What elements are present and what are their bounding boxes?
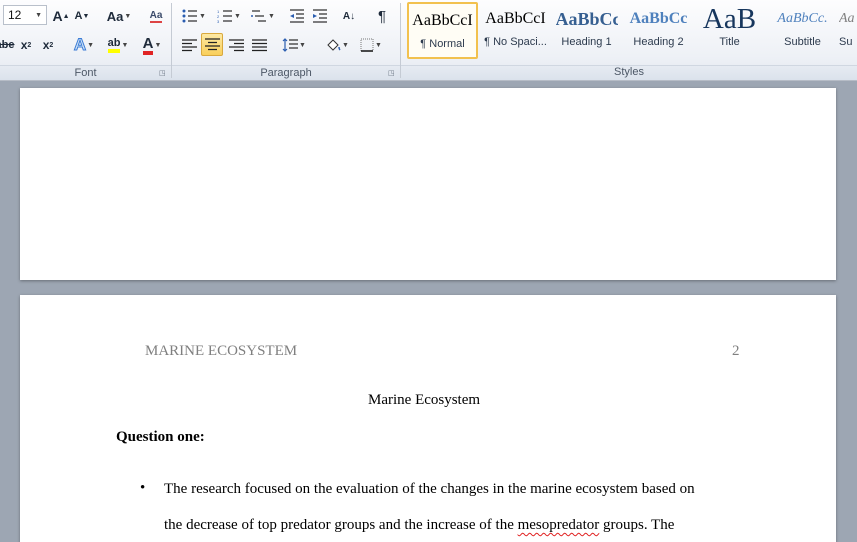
font-color-button[interactable]: A ▼ [138, 34, 166, 56]
chevron-down-icon: ▼ [35, 11, 42, 19]
style-no-spacing[interactable]: AaBbCcI ¶ No Spaci... [480, 2, 551, 59]
text-effects-icon: A [73, 35, 87, 55]
align-left-button[interactable] [178, 34, 200, 56]
bullet-marker: • [140, 480, 146, 496]
grow-font-icon: A [52, 8, 63, 24]
style-subtle-emphasis[interactable]: Aa Su [839, 2, 857, 59]
sort-button[interactable]: A↓ [338, 5, 360, 27]
borders-icon [360, 38, 374, 52]
multilevel-list-button[interactable]: ▼ [249, 5, 277, 27]
style-sample: AaBbCc. [777, 11, 828, 26]
font-group-label: Font [74, 67, 97, 79]
style-sample: AaB [702, 2, 757, 35]
increase-indent-button[interactable] [310, 5, 330, 27]
font-size-box[interactable]: 12 ▼ [3, 5, 47, 25]
body-text: groups. The [599, 517, 675, 533]
style-name: Title [719, 36, 740, 48]
question-heading: Question one: [116, 429, 205, 445]
paragraph-group: ▼ 1 2 3 ▼ ▼ A↓ ¶ ▼ ▼ ▼ Paragraph ◳ [172, 0, 400, 81]
numbering-button[interactable]: 1 2 3 ▼ [214, 5, 244, 27]
paint-bucket-icon [327, 38, 341, 51]
borders-button[interactable]: ▼ [357, 34, 385, 56]
subscript-button[interactable]: x2 [18, 34, 34, 56]
justify-button[interactable] [248, 34, 270, 56]
page-number: 2 [732, 343, 740, 359]
running-head: MARINE ECOSYSTEM [145, 343, 298, 359]
body-line-2: the decrease of top predator groups and … [164, 517, 674, 534]
grow-font-button[interactable]: A ▲ [52, 5, 70, 27]
change-case-button[interactable]: Aa ▼ [105, 5, 133, 27]
sort-icon: A↓ [342, 10, 356, 22]
superscript-icon: x [42, 38, 50, 52]
style-heading-2[interactable]: AaBbCc Heading 2 [623, 2, 694, 59]
style-sample: AaBbCc [629, 10, 688, 27]
align-right-button[interactable] [225, 34, 247, 56]
ribbon: 12 ▼ A▲ A▼ Aa▼ Aa abe x2 x2 A▼ ab▼ [0, 0, 857, 81]
bullets-button[interactable]: ▼ [179, 5, 209, 27]
bullets-icon [182, 9, 198, 23]
clear-formatting-icon: Aa [149, 9, 163, 23]
clear-formatting-button[interactable]: Aa [146, 5, 166, 27]
style-name: Subtitle [784, 36, 821, 48]
style-sample: AaBbCc [555, 8, 618, 29]
font-group: 12 ▼ A▲ A▼ Aa▼ Aa abe x2 x2 A▼ ab▼ [0, 0, 171, 81]
font-color-icon: A [142, 36, 154, 55]
align-center-button[interactable] [201, 33, 223, 56]
svg-text:3: 3 [217, 19, 220, 23]
strikethrough-icon: abe [0, 39, 15, 51]
body-line-1: The research focused on the evaluation o… [164, 481, 695, 497]
style-subtitle[interactable]: AaBbCc. Subtitle [767, 2, 838, 59]
highlight-icon: ab [107, 37, 121, 53]
font-dialog-launcher-icon[interactable]: ◳ [159, 70, 166, 77]
align-left-icon [181, 38, 197, 51]
styles-group-label: Styles [614, 66, 644, 78]
superscript-button[interactable]: x2 [40, 34, 56, 56]
style-name: ¶ No Spaci... [484, 36, 547, 48]
change-case-icon: Aa [106, 8, 124, 24]
pilcrow-icon: ¶ [377, 7, 387, 25]
decrease-indent-icon [290, 9, 304, 23]
style-sample: Aa [839, 11, 855, 26]
multilevel-list-icon [251, 10, 267, 22]
document-page-1[interactable] [20, 88, 836, 280]
shading-button[interactable]: ▼ [322, 34, 352, 56]
document-title: Marine Ecosystem [368, 392, 481, 408]
style-name: Su [839, 36, 853, 48]
style-name: Heading 1 [561, 36, 612, 48]
document-page-2[interactable]: MARINE ECOSYSTEM 2 Marine Ecosystem Ques… [20, 295, 836, 542]
line-spacing-button[interactable]: ▼ [280, 34, 308, 56]
show-formatting-button[interactable]: ¶ [372, 5, 392, 27]
body-text: the decrease of top predator groups and … [164, 517, 518, 533]
strikethrough-button[interactable]: abe [0, 34, 15, 56]
style-sample: AaBbCcI [412, 12, 473, 29]
style-normal[interactable]: AaBbCcI ¶ Normal [407, 2, 478, 59]
justify-icon [251, 38, 267, 51]
style-title[interactable]: AaB Title [694, 2, 765, 59]
highlight-button[interactable]: ab ▼ [103, 34, 133, 56]
styles-gallery: AaBbCcI ¶ Normal AaBbCcI ¶ No Spaci... A… [405, 2, 857, 62]
subscript-icon: x [20, 38, 28, 52]
style-name: Heading 2 [633, 36, 684, 48]
style-name: ¶ Normal [420, 38, 465, 50]
numbering-icon: 123 [217, 9, 233, 23]
style-heading-1[interactable]: AaBbCc Heading 1 [551, 2, 622, 59]
align-center-icon [204, 38, 220, 51]
decrease-indent-button[interactable] [287, 5, 307, 27]
shrink-font-button[interactable]: A ▼ [73, 5, 91, 27]
font-size-value: 12 [8, 8, 22, 22]
line-spacing-icon [282, 38, 299, 52]
text-effects-button[interactable]: A ▼ [70, 34, 98, 56]
paragraph-group-label: Paragraph [260, 67, 312, 79]
misspelled-word[interactable]: mesopredator [518, 517, 600, 533]
align-right-icon [228, 38, 244, 51]
shrink-font-icon: A [74, 10, 83, 22]
increase-indent-icon [313, 9, 327, 23]
style-sample: AaBbCcI [485, 10, 546, 27]
paragraph-dialog-launcher-icon[interactable]: ◳ [388, 70, 395, 77]
